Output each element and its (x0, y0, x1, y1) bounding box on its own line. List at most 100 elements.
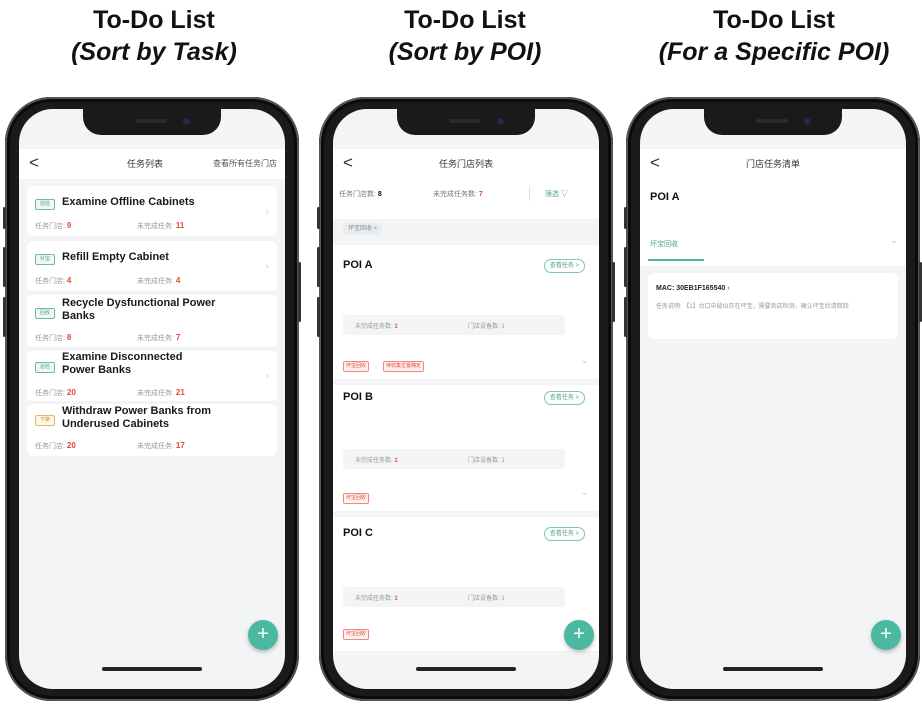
chevron-down-icon[interactable]: ⌄ (581, 355, 589, 366)
task-pending: 未完成任务: 21 (137, 388, 185, 398)
pending-label: 未完成任务: (137, 335, 174, 342)
poi-name: POI B (343, 391, 373, 403)
tab-bad-powerbank-recycle[interactable]: 坏宝回收 (650, 239, 678, 249)
add-fab-button[interactable]: + (564, 620, 594, 650)
devices-stat: 门店设备数: 1 (468, 593, 505, 602)
pending-count: 7 (478, 191, 483, 198)
pending-label: 未完成任务数: (355, 324, 393, 330)
task-title: Examine Offline Cabinets (62, 196, 195, 208)
pending-count: 1 (394, 458, 398, 464)
column-title-1: To-Do List (Sort by Task) (4, 4, 304, 68)
nav-title: 任务门店列表 (438, 159, 493, 169)
poi-tag: 坏宝回收 (343, 629, 370, 640)
view-tasks-button[interactable]: 查看任务 > (543, 527, 585, 541)
column-title-3: To-Do List (For a Specific POI) (624, 4, 922, 68)
phone-frame-3: < 门店任务清单 POI A 坏宝回收 ⌄ MAC: 30EB1F165540 … (624, 97, 922, 701)
poi-card[interactable]: POI B 查看任务 > 未完成任务数: 1 门店设备数: 1 坏宝回收 ⌄ (333, 385, 599, 511)
poi-name: POI C (343, 527, 373, 539)
poi-stats: 未完成任务数: 1 门店设备数: 1 (343, 587, 565, 607)
pending-count: 11 (175, 221, 185, 230)
task-tag: 下架 (35, 415, 55, 426)
mac-address-link[interactable]: MAC: 30EB1F165540 › (656, 285, 730, 292)
pending-summary: 未完成任务数: 7 (433, 189, 483, 199)
nav-bar: < 门店任务清单 POI A 坏宝回收 ⌄ (640, 149, 906, 267)
stores-count: 4 (66, 276, 72, 285)
pending-count: 4 (175, 276, 181, 285)
nav-title: 门店任务清单 (745, 159, 800, 169)
task-stores: 任务门店: 4 (35, 276, 71, 286)
task-card[interactable]: 下架 Withdraw Power Banks from Underused C… (27, 404, 277, 456)
home-indicator (723, 667, 823, 671)
stores-label: 任务门店: (35, 223, 65, 230)
task-pending: 未完成任务: 4 (137, 276, 180, 286)
screen-specific-poi: < 门店任务清单 POI A 坏宝回收 ⌄ MAC: 30EB1F165540 … (640, 109, 906, 689)
subtitle-line: (For a Specific POI) (658, 38, 890, 66)
poi-tag: 坏宝回收 (343, 493, 370, 504)
task-description: 任务说明: 【1】台口中疑似存在坏宝，需要到店检测，确认坏宝后请取回 (656, 304, 849, 310)
poi-card[interactable]: POI A 查看任务 > 未完成任务数: 1 门店设备数: 1 坏宝回收 待收集… (333, 245, 599, 379)
home-indicator (102, 667, 202, 671)
stores-summary: 任务门店数: 8 (339, 189, 382, 199)
stores-count: 20 (66, 441, 76, 450)
pending-count: 1 (394, 324, 398, 330)
stores-label: 任务门店: (35, 278, 65, 285)
pending-count: 1 (394, 596, 398, 602)
view-tasks-button[interactable]: 查看任务 > (543, 391, 585, 405)
filter-button[interactable]: 筛选 ▽ (545, 189, 568, 199)
poi-card[interactable]: POI C 查看任务 > 未完成任务数: 1 门店设备数: 1 坏宝回收 (333, 517, 599, 651)
poi-stats: 未完成任务数: 1 门店设备数: 1 (343, 315, 565, 335)
title-line: To-Do List (404, 6, 526, 34)
stores-label: 任务门店: (35, 443, 65, 450)
filter-icon: ▽ (560, 191, 568, 198)
view-all-stores-link[interactable]: 查看所有任务门店 (213, 158, 277, 169)
chevron-right-icon: › (265, 261, 269, 272)
devices-count: 1 (501, 324, 505, 330)
task-card[interactable]: 巡检 Examine Offline Cabinets 任务门店: 9 未完成任… (27, 186, 277, 236)
chevron-down-icon[interactable]: ⌄ (581, 487, 589, 498)
pending-stat: 未完成任务数: 1 (355, 455, 398, 464)
poi-tag: 待收集位置确定 (383, 361, 425, 372)
home-indicator (416, 667, 516, 671)
pending-label: 未完成任务: (137, 223, 174, 230)
pending-label: 未完成任务: (137, 443, 174, 450)
nav-bar: < 任务列表 查看所有任务门店 (19, 149, 285, 179)
task-card[interactable]: 巡检 Examine Disconnected Power Banks 任务门店… (27, 351, 277, 401)
stores-count: 9 (66, 221, 72, 230)
stores-count: 8 (66, 333, 72, 342)
devices-count: 1 (501, 596, 505, 602)
task-card[interactable]: 回收 Recycle Dysfunctional Power Banks 任务门… (27, 295, 277, 347)
task-card[interactable]: 补宝 Refill Empty Cabinet 任务门店: 4 未完成任务: 4… (27, 241, 277, 291)
title-line: To-Do List (93, 6, 215, 34)
task-title: Examine Disconnected Power Banks (62, 351, 183, 376)
back-button[interactable]: < (29, 153, 39, 173)
add-fab-button[interactable]: + (248, 620, 278, 650)
task-tag: 巡检 (35, 199, 55, 210)
stores-count: 8 (377, 191, 382, 198)
pending-label: 未完成任务: (137, 278, 174, 285)
chevron-down-icon[interactable]: ⌄ (890, 235, 898, 246)
pending-label: 未完成任务数: (355, 458, 393, 464)
poi-title: POI A (650, 191, 680, 203)
filter-label: 筛选 (545, 191, 559, 198)
pending-count: 7 (175, 333, 181, 342)
tab-divider (640, 266, 906, 267)
task-stores: 任务门店: 20 (35, 441, 76, 451)
task-pending: 未完成任务: 11 (137, 221, 184, 231)
screen-sort-by-task: < 任务列表 查看所有任务门店 巡检 Examine Offline Cabin… (19, 109, 285, 689)
phone-frame-2: < 任务门店列表 任务门店数: 8 未完成任务数: 7 筛选 ▽ 坏宝回收 × … (317, 97, 615, 701)
stores-label: 任务门店数: (339, 191, 376, 198)
pending-count: 21 (175, 388, 185, 397)
device-task-card[interactable]: MAC: 30EB1F165540 › 任务说明: 【1】台口中疑似存在坏宝，需… (648, 273, 898, 339)
task-tag: 回收 (35, 308, 55, 319)
nav-bar: < 任务门店列表 任务门店数: 8 未完成任务数: 7 筛选 ▽ (333, 149, 599, 219)
pending-label: 未完成任务: (137, 390, 174, 397)
filter-chip[interactable]: 坏宝回收 × (343, 223, 383, 235)
add-fab-button[interactable]: + (871, 620, 901, 650)
devices-label: 门店设备数: (468, 596, 500, 602)
pending-stat: 未完成任务数: 1 (355, 593, 398, 602)
task-tag: 补宝 (35, 254, 55, 265)
view-tasks-button[interactable]: 查看任务 > (543, 259, 585, 273)
devices-stat: 门店设备数: 1 (468, 455, 505, 464)
notch (704, 109, 842, 135)
chevron-right-icon: › (265, 371, 269, 382)
